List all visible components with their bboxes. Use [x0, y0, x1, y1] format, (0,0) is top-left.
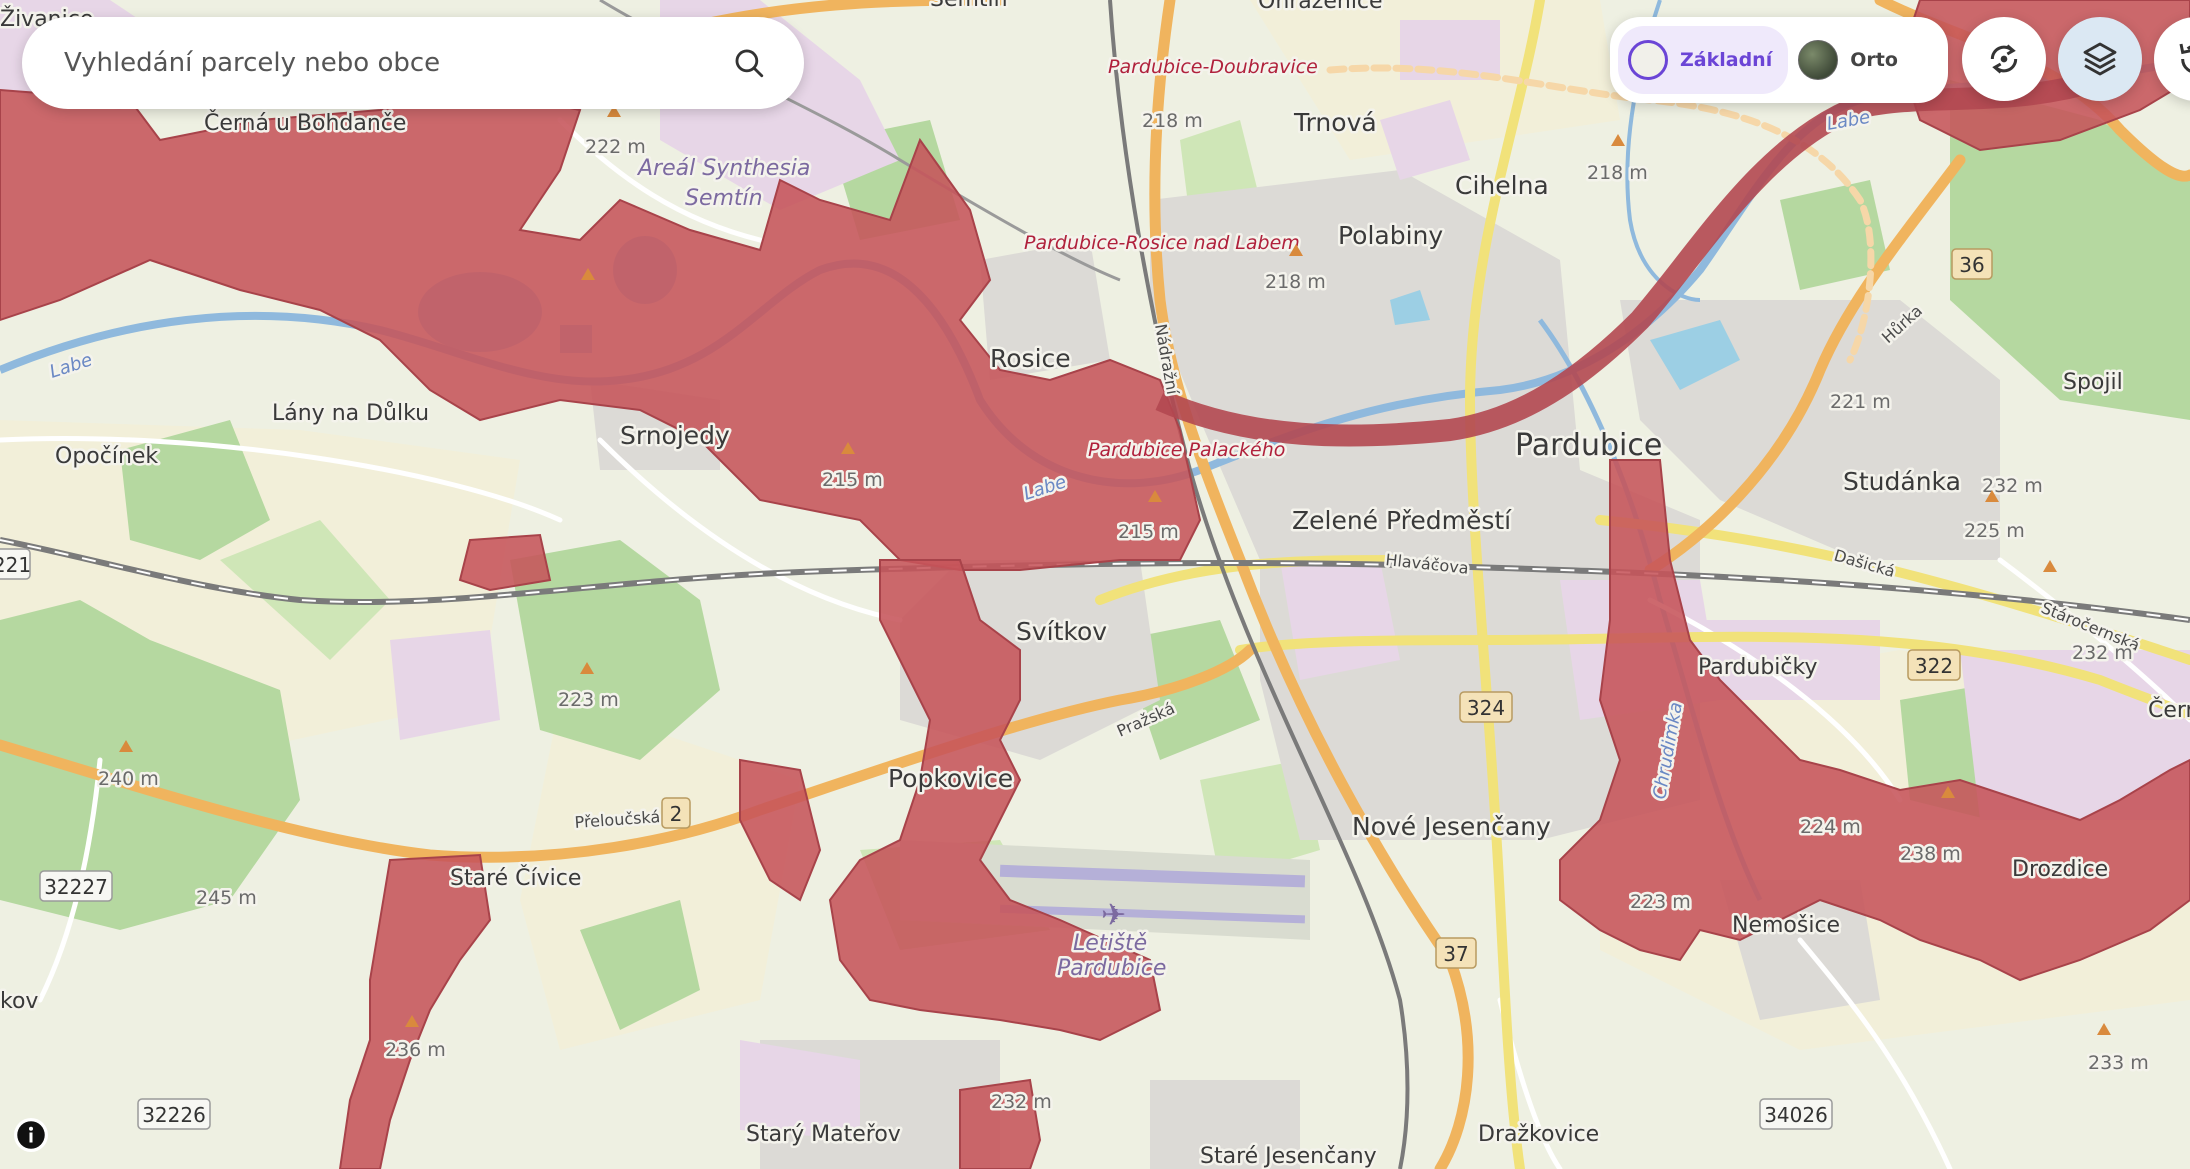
svg-text:324: 324	[1467, 696, 1505, 720]
label-nove-jesencany: Nové Jesenčany	[1352, 812, 1551, 841]
svg-text:36: 36	[1959, 253, 1984, 277]
label-opocinek: Opočínek	[55, 444, 158, 469]
elev-5: 215 m	[822, 469, 883, 491]
label-station-rosice: Pardubice-Rosice nad Labem	[1024, 232, 1300, 254]
svg-text:37: 37	[1443, 942, 1468, 966]
label-nemosice: Nemošice	[1732, 913, 1840, 938]
elev-7: 221 m	[1830, 391, 1891, 413]
basemap-option-label: Orto	[1850, 49, 1898, 71]
label-ohrazenice: Ohrazenice	[1258, 0, 1383, 14]
road-shield-2: 2	[661, 797, 691, 829]
label-station-doubravice: Pardubice-Doubravice	[1108, 56, 1318, 78]
airplane-icon: ✈	[1101, 898, 1126, 933]
elev-17: 224 m	[1800, 816, 1861, 838]
layers-button[interactable]	[2058, 17, 2142, 101]
label-semtin-top: Semtín	[930, 0, 1008, 12]
basemap-switcher: Základní Orto	[1610, 17, 1948, 103]
layers-icon	[2083, 42, 2117, 76]
label-drazkovice: Dražkovice	[1478, 1122, 1599, 1147]
basemap-thumb-orto-icon	[1798, 40, 1839, 80]
label-cerna: Černá u Bohdanče	[204, 110, 406, 136]
elev-3: 218 m	[1587, 162, 1648, 184]
label-lany: Lány na Důlku	[272, 401, 429, 426]
svg-text:34026: 34026	[1764, 1103, 1828, 1127]
label-drozdice: Drozdice	[2012, 857, 2108, 882]
elev-1: 222 m	[585, 136, 646, 158]
road-shield-36: 36	[1951, 248, 1993, 280]
search-bar[interactable]	[22, 17, 804, 109]
elev-19: 233 m	[2088, 1052, 2149, 1074]
label-pardubice: Pardubice	[1515, 428, 1662, 463]
elev-11: 223 m	[558, 689, 619, 711]
road-shield-37: 37	[1435, 937, 1477, 969]
label-pardubicky: Pardubičky	[1698, 655, 1817, 680]
svg-text:32226: 32226	[142, 1103, 206, 1127]
elev-13: 245 m	[196, 887, 257, 909]
elev-6: 215 m	[1118, 521, 1179, 543]
label-cern: Čern	[2148, 697, 2190, 723]
basemap-option-label: Základní	[1680, 49, 1773, 71]
label-station-palackeho: Pardubice Palackého	[1088, 439, 1285, 461]
elev-10: 232 m	[2072, 642, 2133, 664]
info-icon	[17, 1121, 45, 1149]
road-shield-221: 221	[0, 548, 31, 580]
basemap-thumb-basic-icon	[1628, 40, 1668, 80]
label-polabiny: Polabiny	[1338, 221, 1443, 250]
elev-9: 225 m	[1964, 520, 2025, 542]
road-shield-32226: 32226	[137, 1098, 211, 1130]
rotate-reset-button[interactable]	[1962, 17, 2046, 101]
label-studanka: Studánka	[1843, 467, 1961, 496]
label-srnojedy: Srnojedy	[620, 421, 730, 450]
elev-2: 218 m	[1142, 110, 1203, 132]
label-spojil: Spojil	[2063, 370, 2123, 395]
label-stary-materov: Starý Mateřov	[746, 1122, 901, 1147]
elev-15: 232 m	[991, 1091, 1052, 1113]
road-shield-322: 322	[1907, 649, 1961, 681]
basemap-option-zakladni[interactable]: Základní	[1618, 26, 1789, 94]
label-kov: kov	[0, 989, 38, 1014]
label-cihelna: Cihelna	[1455, 171, 1549, 200]
label-synthesia-2: Semtín	[685, 186, 763, 211]
rotate-icon	[1990, 44, 2018, 74]
svg-text:322: 322	[1915, 654, 1953, 678]
map-canvas[interactable]: Pardubice Rosice Srnojedy Lány na Důlku …	[0, 0, 2190, 1169]
road-shield-324: 324	[1459, 691, 1513, 723]
label-synthesia-1: Areál Synthesia	[636, 156, 810, 181]
label-svitkov: Svítkov	[1016, 617, 1107, 646]
label-stare-civice: Staré Čívice	[450, 865, 581, 891]
label-stare-jesencany: Staré Jesenčany	[1200, 1144, 1377, 1169]
basemap-option-orto[interactable]: Orto	[1788, 26, 1914, 94]
label-rosice: Rosice	[990, 344, 1071, 373]
info-button[interactable]	[14, 1118, 48, 1152]
flood-zone-small	[458, 533, 552, 592]
road-shield-34026: 34026	[1759, 1098, 1833, 1130]
elev-18: 238 m	[1900, 843, 1961, 865]
elev-4: 218 m	[1265, 271, 1326, 293]
search-icon[interactable]	[732, 46, 766, 80]
elev-14: 236 m	[385, 1039, 446, 1061]
label-airport-1: Letiště	[1073, 931, 1147, 956]
label-trnova: Trnová	[1293, 108, 1377, 137]
svg-text:32227: 32227	[44, 875, 108, 899]
svg-text:2: 2	[670, 802, 683, 826]
elev-12: 240 m	[98, 768, 159, 790]
label-airport-2: Pardubice	[1057, 956, 1166, 981]
history-icon	[2179, 43, 2190, 73]
label-popkovice: Popkovice	[888, 764, 1013, 793]
label-zelene: Zelené Předměstí	[1292, 506, 1512, 535]
road-shield-32227: 32227	[39, 870, 113, 902]
search-input[interactable]	[62, 47, 732, 79]
svg-text:221: 221	[0, 553, 31, 577]
elev-16: 223 m	[1630, 891, 1691, 913]
